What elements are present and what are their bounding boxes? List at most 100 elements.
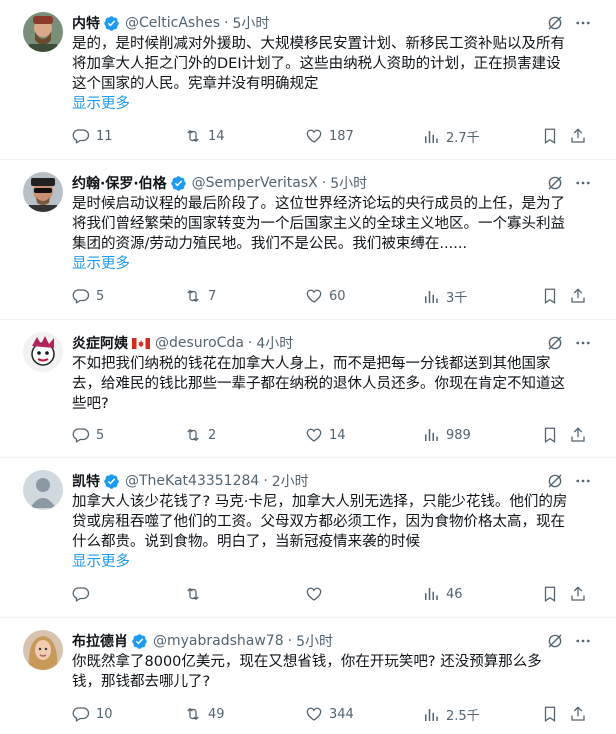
like-button[interactable]: 60 <box>305 287 346 305</box>
views-count: 2.5千 <box>446 709 480 724</box>
like-button[interactable] <box>305 585 329 603</box>
share-icon <box>571 706 585 721</box>
views-button[interactable]: 2.7千 <box>422 127 480 146</box>
show-more-link[interactable]: 显示更多 <box>72 552 130 572</box>
tweet[interactable]: 凯特 @TheKat43351284 · 2小时 加拿大人该少花钱了? 马克·卡… <box>0 458 616 618</box>
share-button[interactable] <box>569 127 593 145</box>
like-button[interactable]: 187 <box>305 127 354 145</box>
bookmark-button[interactable] <box>541 127 565 145</box>
user-handle[interactable]: @desuroCda <box>155 335 244 351</box>
grok-icon[interactable] <box>546 174 564 192</box>
grok-icon[interactable] <box>546 14 564 32</box>
more-options-icon[interactable] <box>574 472 592 490</box>
retweet-button[interactable]: 2 <box>184 426 216 444</box>
views-button[interactable]: 3千 <box>422 287 467 306</box>
display-name[interactable]: 布拉德肖 <box>72 631 128 651</box>
reply-count: 5 <box>96 288 105 304</box>
retweet-icon <box>187 707 199 721</box>
tweet-header: 内特 @CelticAshes · 5小时 <box>72 12 269 34</box>
grok-icon[interactable] <box>546 472 564 490</box>
bookmark-button[interactable] <box>541 585 565 603</box>
share-button[interactable] <box>569 287 593 305</box>
tweet-text: 加拿大人该少花钱了? 马克·卡尼，加拿大人别无选择，只能少花钱。他们的房 贷或房… <box>72 492 592 552</box>
reply-icon <box>72 428 90 443</box>
show-more-link[interactable]: 显示更多 <box>72 254 130 274</box>
more-options-icon[interactable] <box>574 14 592 32</box>
bookmark-button[interactable] <box>541 426 565 444</box>
retweet-button[interactable] <box>184 585 208 603</box>
reply-button[interactable]: 11 <box>72 127 113 145</box>
user-handle[interactable]: @CelticAshes <box>125 15 220 31</box>
heart-icon <box>306 587 322 601</box>
avatar[interactable] <box>23 630 63 670</box>
grok-icon[interactable] <box>546 334 564 352</box>
avatar[interactable] <box>23 470 63 510</box>
display-name[interactable]: 炎症阿姨 <box>72 333 128 353</box>
reply-icon <box>72 587 90 602</box>
views-button[interactable]: 2.5千 <box>422 705 480 724</box>
display-name[interactable]: 内特 <box>72 13 100 33</box>
separator-dot: · <box>247 335 253 351</box>
views-count: 2.7千 <box>446 131 480 146</box>
reply-button[interactable]: 5 <box>72 426 104 444</box>
more-options-icon[interactable] <box>574 334 592 352</box>
avatar[interactable] <box>23 332 63 372</box>
reply-button[interactable]: 5 <box>72 287 104 305</box>
tweet-header: 炎症阿姨 @desuroCda · 4小时 <box>72 332 293 354</box>
views-button[interactable]: 989 <box>422 426 471 444</box>
retweet-count: 49 <box>208 706 225 722</box>
tweet[interactable]: 炎症阿姨 @desuroCda · 4小时 不如把我们纳税的钱花在加拿大人身上，… <box>0 320 616 458</box>
verified-badge-icon <box>103 15 120 32</box>
timestamp[interactable]: 5小时 <box>296 631 333 651</box>
tweet[interactable]: 布拉德肖 @myabradshaw78 · 5小时 你既然拿了8000亿美元，现… <box>0 618 616 734</box>
text-line: 去，给难民的钱比那些一辈子都在纳税的退休人员还多。你现在肯定不知道这 <box>72 376 565 392</box>
user-handle[interactable]: @SemperVeritasX <box>192 175 318 191</box>
timestamp[interactable]: 5小时 <box>330 173 367 193</box>
display-name[interactable]: 凯特 <box>72 471 100 491</box>
user-handle[interactable]: @myabradshaw78 <box>153 633 284 649</box>
views-button[interactable]: 46 <box>422 585 463 603</box>
retweet-button[interactable]: 7 <box>184 287 216 305</box>
tweet[interactable]: 内特 @CelticAshes · 5小时 是的，是时候削减对外援助、大规模移民… <box>0 0 616 160</box>
avatar[interactable] <box>23 12 63 52</box>
text-line: 不如把我们纳税的钱花在加拿大人身上，而不是把每一分钱都送到其他国家 <box>72 356 551 372</box>
text-line: 什么都贵。说到食物。明白了，当新冠疫情来袭的时候 <box>72 534 420 550</box>
reply-button[interactable]: 10 <box>72 705 113 723</box>
bookmark-button[interactable] <box>541 705 565 723</box>
reply-button[interactable] <box>72 585 96 603</box>
user-handle[interactable]: @TheKat43351284 <box>125 473 259 489</box>
more-options-icon[interactable] <box>574 632 592 650</box>
reply-count: 10 <box>96 706 113 722</box>
avatar[interactable] <box>23 172 63 212</box>
verified-badge-icon <box>103 473 120 490</box>
like-count: 14 <box>329 427 346 443</box>
show-more-link[interactable]: 显示更多 <box>72 94 130 114</box>
retweet-count: 14 <box>208 128 225 144</box>
heart-icon <box>306 428 322 442</box>
timestamp[interactable]: 4小时 <box>256 333 293 353</box>
verified-badge-icon <box>170 175 187 192</box>
text-line: 这个国家的人民。宪章并没有明确规定 <box>72 76 319 92</box>
like-count: 60 <box>329 288 346 304</box>
bookmark-icon <box>544 586 556 602</box>
like-button[interactable]: 14 <box>305 426 346 444</box>
timestamp[interactable]: 5小时 <box>232 13 269 33</box>
separator-dot: · <box>224 15 229 31</box>
timestamp[interactable]: 2小时 <box>272 471 309 491</box>
share-button[interactable] <box>569 705 593 723</box>
like-button[interactable]: 344 <box>305 705 354 723</box>
bookmark-icon <box>544 128 556 144</box>
share-button[interactable] <box>569 426 593 444</box>
retweet-button[interactable]: 14 <box>184 127 225 145</box>
text-line: 是时候启动议程的最后阶段了。这位世界经济论坛的央行成员的上任，是为了 <box>72 196 565 212</box>
like-count: 187 <box>329 128 354 144</box>
share-button[interactable] <box>569 585 593 603</box>
grok-icon[interactable] <box>546 632 564 650</box>
bookmark-button[interactable] <box>541 287 565 305</box>
text-line: 钱，那钱都去哪儿了? <box>72 674 211 690</box>
more-options-icon[interactable] <box>574 174 592 192</box>
tweet-text: 你既然拿了8000亿美元，现在又想省钱，你在开玩笑吧? 还没预算那么多 钱，那钱… <box>72 652 592 692</box>
retweet-button[interactable]: 49 <box>184 705 225 723</box>
tweet[interactable]: 约翰·保罗·伯格 @SemperVeritasX · 5小时 是时候启动议程的最… <box>0 160 616 320</box>
display-name[interactable]: 约翰·保罗·伯格 <box>72 173 167 193</box>
